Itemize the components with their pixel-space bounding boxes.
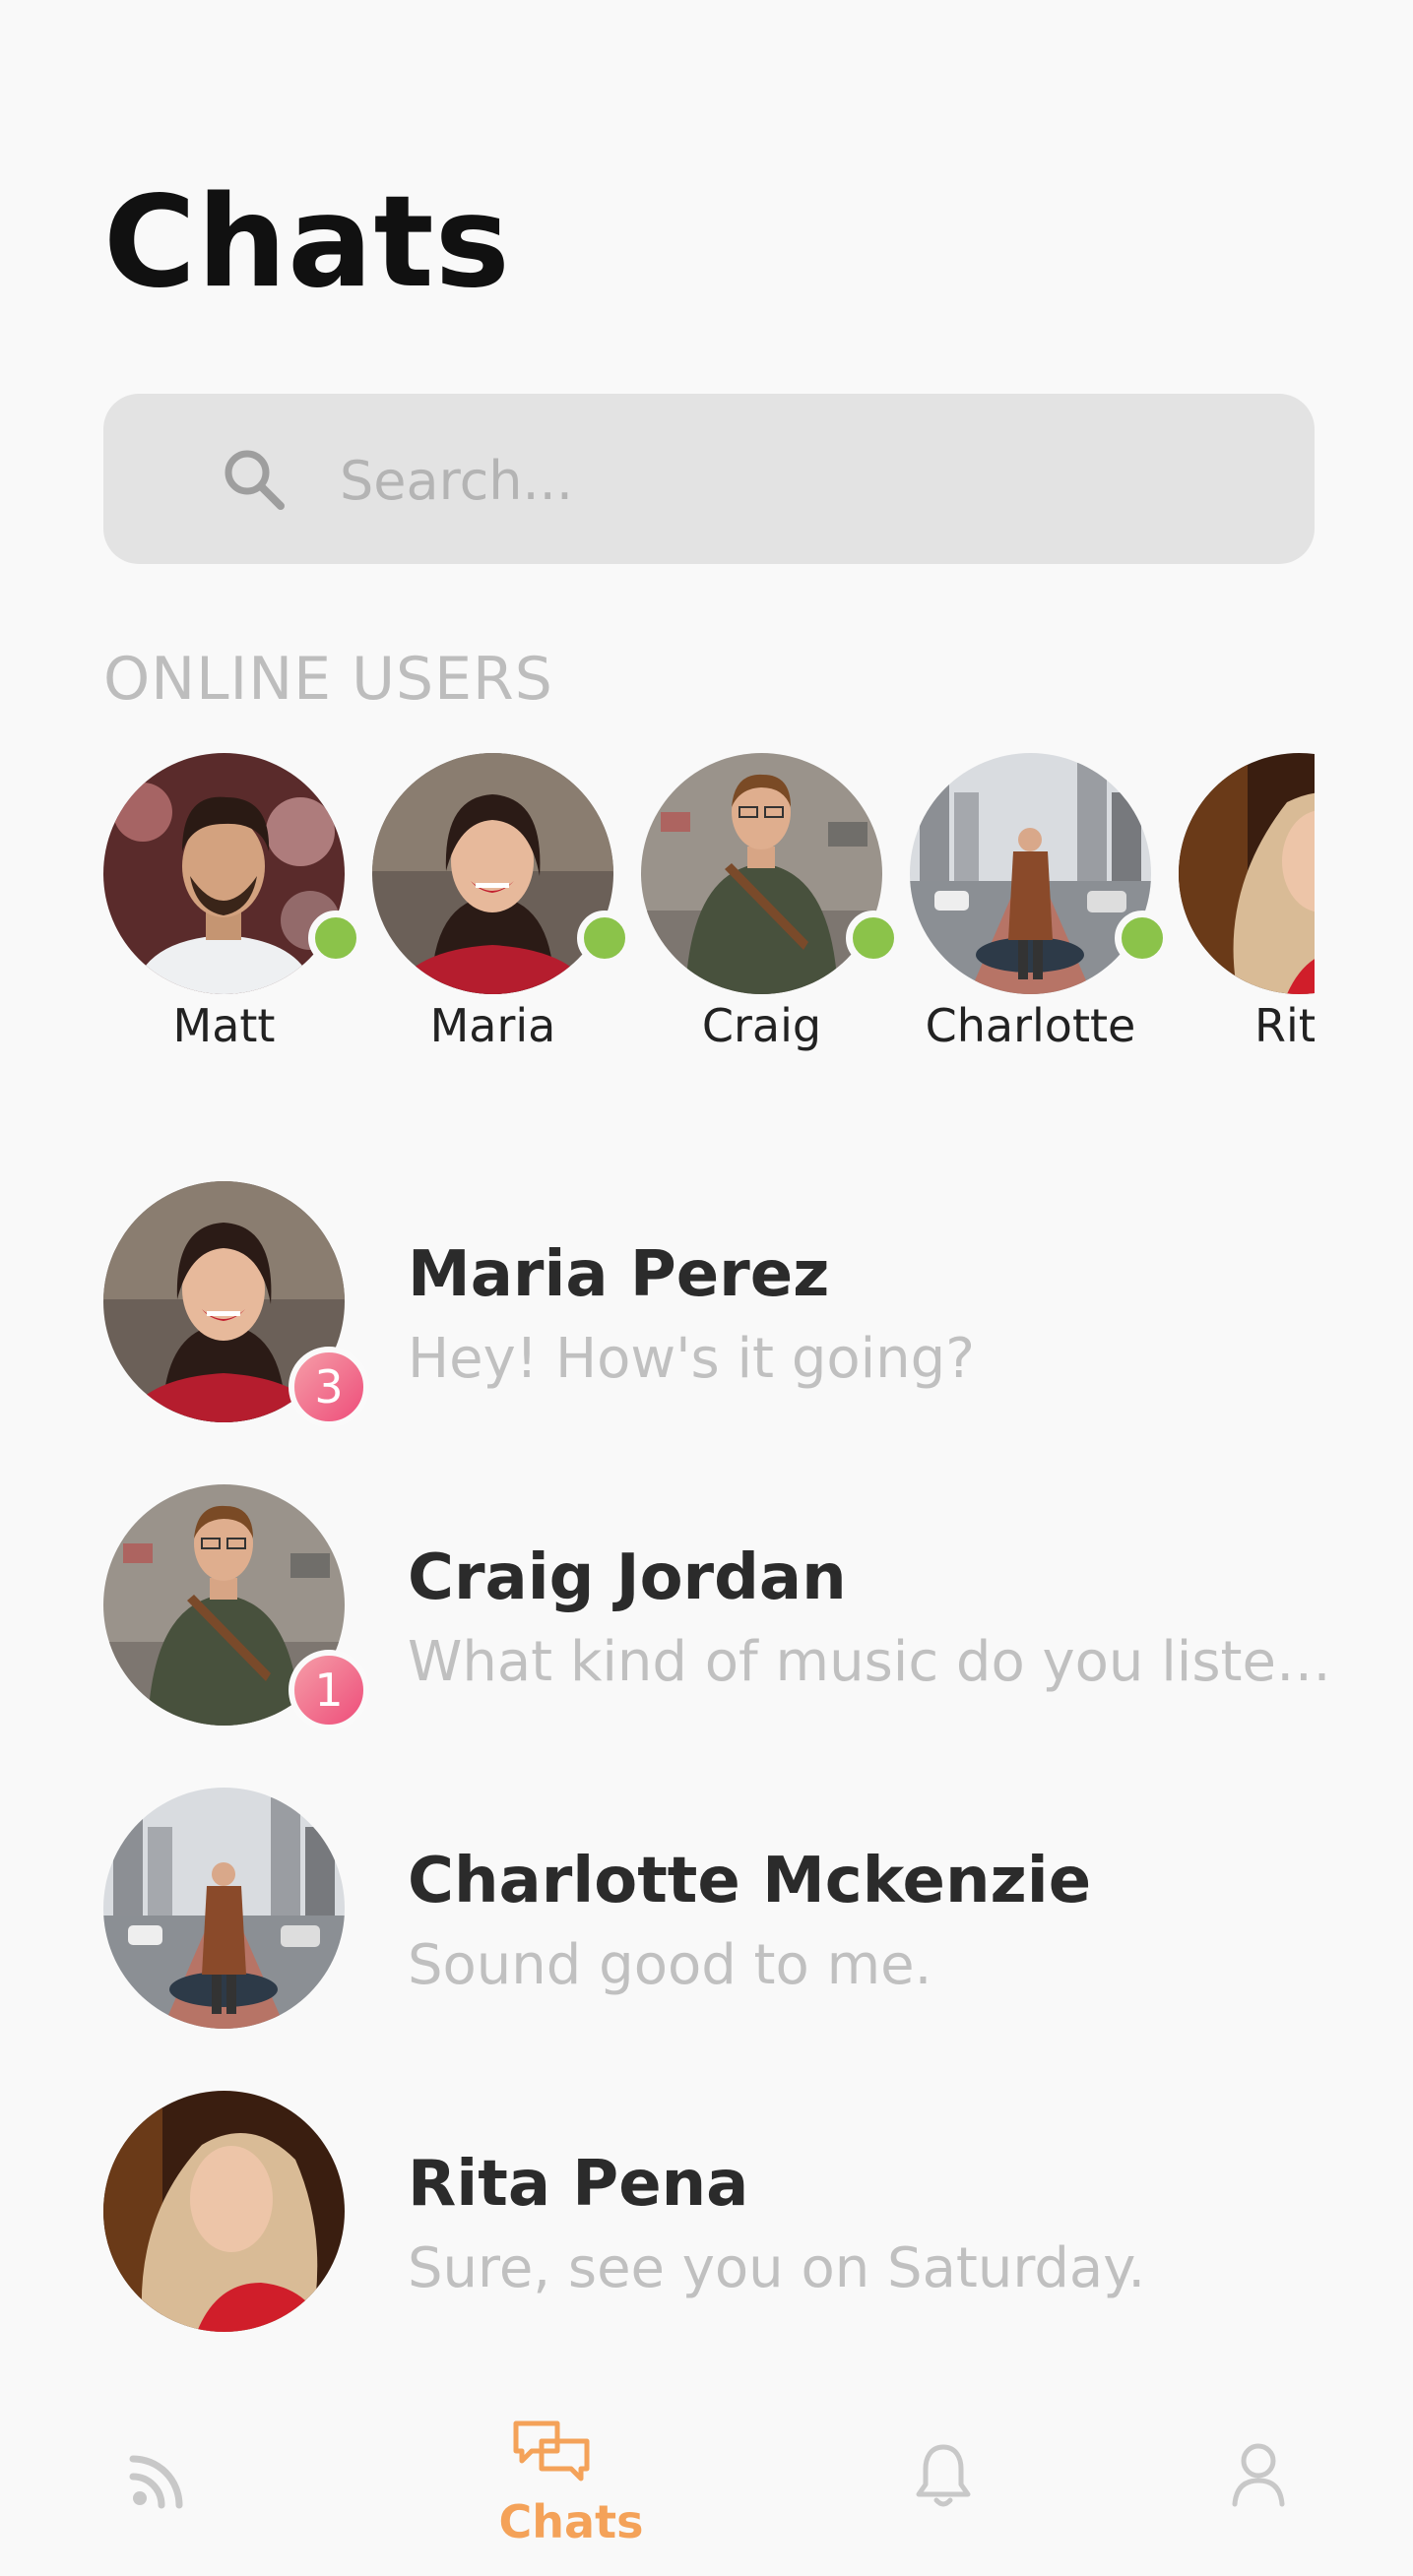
online-user-name: Rita [1254,999,1315,1052]
chat-last-message: Hey! How's it going? [408,1327,975,1391]
avatar [641,753,882,994]
chat-bubbles-icon [513,2420,590,2482]
bell-icon [916,2444,971,2507]
chat-row-maria-perez[interactable]: 3 Maria Perez Hey! How's it going? [103,1181,1315,1427]
search-bar[interactable] [103,394,1315,564]
online-user-name: Craig [701,999,822,1052]
online-status-dot [577,911,632,966]
online-user-name: Matt [172,999,276,1052]
online-status-dot [846,911,901,966]
chat-contact-name: Rita Pena [408,2148,749,2221]
online-user-craig[interactable]: Craig [641,753,901,1068]
online-user-name: Charlotte [925,999,1136,1052]
online-user-rita[interactable]: Rita [1179,753,1315,1068]
avatar [103,753,345,994]
online-user-name: Maria [429,999,556,1052]
chat-contact-name: Maria Perez [408,1238,830,1311]
online-status-dot [1115,911,1170,966]
online-status-dot [308,911,363,966]
unread-count-badge: 3 [289,1347,369,1427]
user-icon [1232,2443,1285,2507]
chat-row-charlotte-mckenzie[interactable]: Charlotte Mckenzie Sound good to me. [103,1788,1315,2034]
chat-last-message: Sure, see you on Saturday. [408,2236,1146,2300]
avatar [1179,753,1315,994]
chat-last-message: What kind of music do you listen to? [408,1630,1361,1694]
online-user-matt[interactable]: Matt [103,753,363,1068]
search-input[interactable] [338,433,1228,529]
avatar [910,753,1151,994]
online-users-strip[interactable]: Matt Maria Craig Charlotte Rit [103,753,1315,1068]
rss-feed-icon [129,2455,183,2509]
online-user-maria[interactable]: Maria [372,753,632,1068]
search-icon [225,450,285,510]
avatar [372,753,613,994]
avatar [103,1788,345,2029]
chat-contact-name: Charlotte Mckenzie [408,1845,1092,1917]
chat-row-craig-jordan[interactable]: 1 Craig Jordan What kind of music do you… [103,1484,1361,1730]
page-title: Chats [103,169,511,316]
bottom-navigation: Chats [0,2402,1413,2576]
chat-last-message: Sound good to me. [408,1933,932,1997]
nav-chats-label: Chats [498,2495,644,2548]
online-users-label: ONLINE USERS [103,645,553,714]
unread-count-badge: 1 [289,1650,369,1730]
chat-contact-name: Craig Jordan [408,1541,847,1614]
avatar [103,2091,345,2332]
chat-row-rita-pena[interactable]: Rita Pena Sure, see you on Saturday. [103,2091,1315,2337]
online-user-charlotte[interactable]: Charlotte [910,753,1170,1068]
